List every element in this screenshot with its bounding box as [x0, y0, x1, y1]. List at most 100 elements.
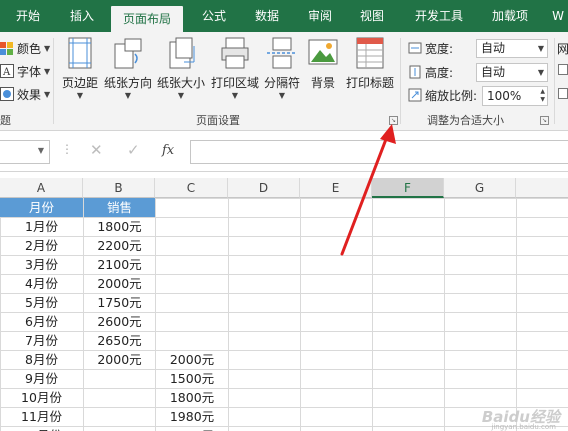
breaks-button[interactable]: 分隔符 ▼	[262, 36, 302, 101]
table-cell-b[interactable]: 2100元	[84, 255, 155, 274]
tab-data[interactable]: 数据	[245, 0, 289, 32]
table-cell-b[interactable]: 2000元	[84, 350, 155, 369]
table-cell-c[interactable]: 2000元	[156, 350, 228, 369]
table-cell-a[interactable]: 7月份	[0, 331, 83, 350]
tab-overflow[interactable]: W	[548, 0, 568, 32]
table-cell-b[interactable]: 1750元	[84, 293, 155, 312]
table-cell-b[interactable]: 1800元	[84, 217, 155, 236]
column-header-d[interactable]: D	[228, 178, 300, 198]
tab-view[interactable]: 视图	[350, 0, 394, 32]
tab-page-layout[interactable]: 页面布局	[111, 6, 183, 32]
page-break-icon	[267, 37, 297, 69]
chevron-down-icon: ▼	[76, 91, 84, 100]
svg-text:A: A	[2, 67, 11, 78]
table-cell-a[interactable]: 1月份	[0, 217, 83, 236]
tab-developer[interactable]: 开发工具	[404, 0, 474, 32]
table-cell-a[interactable]: 9月份	[0, 369, 83, 388]
page-setup-dialog-launcher[interactable]: ↘	[389, 116, 398, 125]
breaks-label: 分隔符	[263, 76, 300, 90]
margins-label: 页边距	[61, 76, 98, 90]
table-cell-b[interactable]	[84, 407, 155, 426]
table-cell-b[interactable]	[84, 426, 155, 431]
table-cell-c[interactable]	[156, 217, 228, 236]
table-cell-c[interactable]	[156, 312, 228, 331]
spin-up-icon[interactable]: ▲	[540, 88, 545, 96]
theme-effects-button[interactable]: 效果 ▼	[0, 84, 50, 104]
table-cell-c[interactable]: 1500元	[156, 369, 228, 388]
orientation-button[interactable]: 纸张方向 ▼	[103, 36, 153, 101]
tab-home[interactable]: 开始	[6, 0, 50, 32]
header-cell-month[interactable]: 月份	[0, 198, 83, 217]
table-cell-a[interactable]: 12月份	[0, 426, 83, 431]
table-cell-b[interactable]: 2650元	[84, 331, 155, 350]
table-cell-c[interactable]: 2100元	[156, 426, 228, 431]
formula-input[interactable]	[190, 140, 568, 164]
page-setup-group-label: 页面设置	[196, 114, 240, 127]
table-cell-c[interactable]: 1980元	[156, 407, 228, 426]
table-cell-a[interactable]: 6月份	[0, 312, 83, 331]
tab-formulas[interactable]: 公式	[192, 0, 236, 32]
table-cell-a[interactable]: 11月份	[0, 407, 83, 426]
table-cell-c[interactable]	[156, 236, 228, 255]
table-cell-b[interactable]: 2200元	[84, 236, 155, 255]
table-cell-a[interactable]: 3月份	[0, 255, 83, 274]
margins-button[interactable]: 页边距 ▼	[60, 36, 100, 101]
column-header-a[interactable]: A	[0, 178, 83, 198]
theme-fonts-label: 字体	[17, 64, 42, 79]
column-header-h[interactable]	[516, 178, 568, 198]
height-value: 自动	[481, 65, 506, 79]
background-image-icon	[308, 39, 338, 65]
print-area-button[interactable]: 打印区域 ▼	[210, 36, 260, 101]
width-select[interactable]: 自动 ▼	[476, 39, 548, 58]
column-header-f[interactable]: F	[372, 178, 444, 198]
tab-insert[interactable]: 插入	[60, 0, 104, 32]
print-titles-button[interactable]: 打印标题	[344, 36, 396, 91]
name-box[interactable]: ▼	[0, 140, 50, 164]
scale-group-label: 调整为合适大小	[427, 114, 504, 127]
background-button[interactable]: 背景	[306, 36, 340, 91]
scale-spinner[interactable]: 100% ▲ ▼	[482, 86, 548, 106]
print-area-icon	[221, 37, 249, 69]
gridlines-print-checkbox[interactable]	[558, 88, 568, 99]
height-select[interactable]: 自动 ▼	[476, 63, 548, 82]
tab-addins[interactable]: 加载项	[481, 0, 539, 32]
group-divider	[554, 38, 555, 124]
tab-review[interactable]: 审阅	[298, 0, 342, 32]
table-cell-b[interactable]: 2000元	[84, 274, 155, 293]
height-label: 高度:	[425, 65, 454, 80]
spreadsheet-grid[interactable]: A B C D E F G 月份 销售 1月份 1800元 2月份 2200元 3月份 2…	[0, 172, 568, 431]
theme-colors-button[interactable]: 颜色 ▼	[0, 38, 50, 58]
header-cell-sales[interactable]: 销售	[84, 198, 155, 217]
table-cell-a[interactable]: 10月份	[0, 388, 83, 407]
size-button[interactable]: 纸张大小 ▼	[156, 36, 206, 101]
table-cell-c[interactable]	[156, 255, 228, 274]
spin-down-icon[interactable]: ▼	[540, 96, 545, 104]
chevron-down-icon: ▼	[44, 43, 51, 53]
table-cell-a[interactable]: 2月份	[0, 236, 83, 255]
gridlines-view-checkbox[interactable]	[558, 64, 568, 75]
column-header-g[interactable]: G	[444, 178, 516, 198]
table-cell-c[interactable]	[156, 274, 228, 293]
table-cell-c[interactable]	[156, 293, 228, 312]
insert-function-icon[interactable]: fx	[162, 143, 174, 158]
table-cell-b[interactable]	[84, 388, 155, 407]
table-cell-c[interactable]: 1800元	[156, 388, 228, 407]
drag-handle-icon[interactable]: ⋮	[61, 142, 73, 156]
table-cell-a[interactable]: 5月份	[0, 293, 83, 312]
table-cell-b[interactable]	[84, 369, 155, 388]
table-cell-a[interactable]: 8月份	[0, 350, 83, 369]
column-header-e[interactable]: E	[300, 178, 372, 198]
width-row: 宽度:	[408, 37, 453, 59]
table-cell-b[interactable]: 2600元	[84, 312, 155, 331]
scale-dialog-launcher[interactable]: ↘	[540, 116, 549, 125]
column-header-c[interactable]: C	[155, 178, 228, 198]
cancel-icon[interactable]: ✕	[90, 141, 103, 159]
formula-bar: ▼ ⋮ ✕ ✓ fx	[0, 132, 568, 172]
scale-label: 缩放比例:	[425, 88, 478, 103]
confirm-icon[interactable]: ✓	[127, 141, 140, 159]
group-divider	[53, 38, 54, 124]
theme-fonts-button[interactable]: A 字体 ▼	[0, 61, 50, 81]
table-cell-c[interactable]	[156, 331, 228, 350]
column-header-b[interactable]: B	[83, 178, 155, 198]
table-cell-a[interactable]: 4月份	[0, 274, 83, 293]
